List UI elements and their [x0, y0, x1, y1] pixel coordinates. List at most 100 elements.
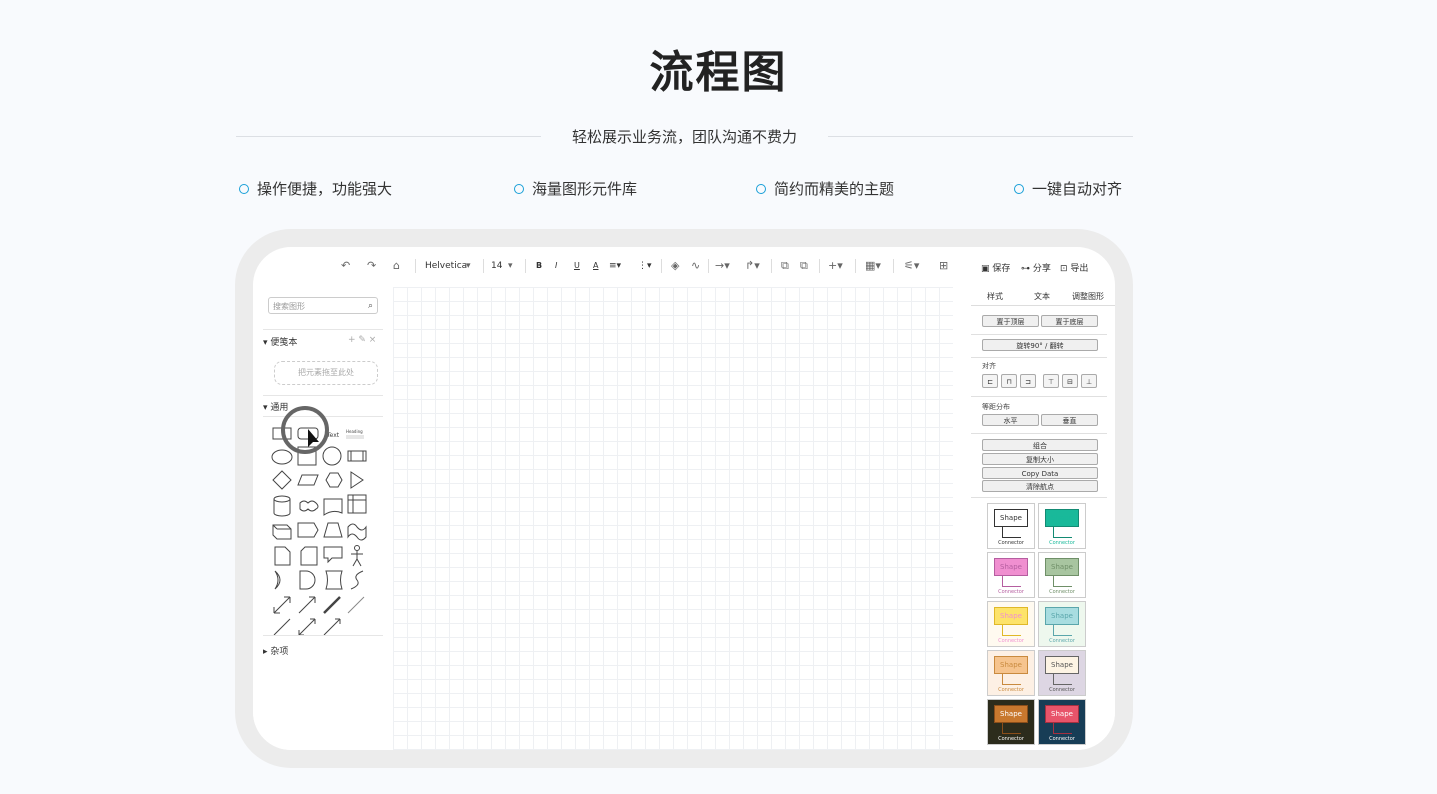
- bold-button[interactable]: B: [536, 261, 542, 270]
- rotate-flip-button[interactable]: 旋转90° / 翻转: [982, 339, 1098, 351]
- to-back-button[interactable]: 置于底层: [1041, 315, 1098, 327]
- shape-thumbnails[interactable]: Text Heading: [271, 427, 391, 637]
- theme-shape-sample: Shape: [994, 705, 1028, 723]
- waypoint-style-icon[interactable]: ↱▾: [745, 259, 760, 272]
- align-right-icon[interactable]: ⊐: [1020, 374, 1036, 388]
- group-button[interactable]: 组合: [982, 439, 1098, 451]
- format-tabs: 样式 文本 调整图形: [971, 287, 1115, 306]
- divider-right: [828, 136, 1133, 137]
- theme-connector-sample: [1002, 527, 1021, 538]
- share-label: 分享: [1032, 264, 1051, 274]
- theme-swatch[interactable]: Shape Connector: [987, 552, 1035, 598]
- theme-shape-sample: Shape: [994, 607, 1028, 625]
- feature-label: 一键自动对齐: [1032, 180, 1123, 198]
- feature-label: 操作便捷，功能强大: [257, 180, 393, 198]
- align-text-icon[interactable]: ≡▾: [609, 261, 621, 271]
- table-icon[interactable]: ▦▾: [865, 259, 881, 272]
- align-top-icon[interactable]: ⊤: [1043, 374, 1059, 388]
- fill-color-icon[interactable]: ◈: [671, 259, 679, 272]
- export-button[interactable]: ⊡ 导出: [1060, 261, 1088, 274]
- toolbar-separator: [893, 259, 894, 273]
- misc-shapes-header[interactable]: ▸ 杂项: [263, 644, 288, 657]
- theme-connector-sample: [1002, 625, 1021, 636]
- share-icon: ⊶: [1021, 264, 1030, 274]
- tab-text[interactable]: 文本: [1034, 291, 1050, 302]
- undo-icon[interactable]: ↶: [341, 259, 350, 272]
- theme-swatch[interactable]: Shape Connector: [987, 503, 1035, 549]
- shapes-panel: 搜索图形 ⌕ ▾ 便笺本 + ✎ × 把元素拖至此处 ▾ 通用 Text Hea…: [253, 287, 391, 750]
- theme-connector-label: Connector: [998, 589, 1024, 595]
- section-divider: [971, 497, 1107, 498]
- chevron-down-icon: ▾: [466, 261, 471, 271]
- format-panel: 样式 文本 调整图形 置于顶层 置于底层 旋转90° / 翻转 对齐 ⊏ ⊓ ⊐…: [971, 287, 1115, 750]
- connection-arrow-icon[interactable]: →▾: [715, 259, 730, 272]
- distribute-vertical-button[interactable]: 垂直: [1041, 414, 1098, 426]
- line-color-icon[interactable]: ∿: [691, 259, 700, 272]
- drag-cursor-icon: [281, 406, 329, 454]
- toolbar-separator: [415, 259, 416, 273]
- export-label: 导出: [1070, 264, 1089, 274]
- theme-swatch[interactable]: Shape Connector: [987, 699, 1035, 745]
- shape-search-input[interactable]: 搜索图形 ⌕: [268, 297, 378, 314]
- theme-connector-sample: [1002, 674, 1021, 685]
- diagram-canvas[interactable]: [393, 287, 953, 750]
- redo-icon[interactable]: ↷: [367, 259, 376, 272]
- subtitle-row: 轻松展示业务流，团队沟通不费力: [236, 124, 1133, 148]
- tab-arrange[interactable]: 调整图形: [1072, 291, 1104, 302]
- misc-title: 杂项: [270, 647, 289, 657]
- edit-style-icon[interactable]: ⚟▾: [904, 259, 919, 272]
- to-front-icon[interactable]: ⧉: [781, 259, 789, 273]
- heading-shape-label: Heading: [346, 429, 363, 434]
- underline-button[interactable]: U: [574, 261, 580, 270]
- share-button[interactable]: ⊶ 分享: [1021, 261, 1051, 274]
- toolbar-separator: [525, 259, 526, 273]
- theme-connector-label: Connector: [1049, 736, 1075, 742]
- grid-view-icon[interactable]: ⊞: [939, 259, 948, 272]
- toolbar-separator: [819, 259, 820, 273]
- scratchpad-dropzone[interactable]: 把元素拖至此处: [274, 361, 378, 385]
- copy-data-button[interactable]: Copy Data: [982, 467, 1098, 479]
- theme-swatch[interactable]: Shape Connector: [987, 650, 1035, 696]
- font-size-select[interactable]: 14: [491, 261, 502, 271]
- distribute-horizontal-button[interactable]: 水平: [982, 414, 1039, 426]
- tab-style[interactable]: 样式: [987, 291, 1003, 302]
- circle-bullet-icon: [1014, 183, 1024, 194]
- theme-swatch[interactable]: Shape Connector: [1038, 650, 1086, 696]
- section-divider: [971, 433, 1107, 434]
- font-color-button[interactable]: A: [593, 261, 598, 270]
- search-placeholder: 搜索图形: [273, 302, 305, 311]
- theme-swatch[interactable]: Shape Connector: [1038, 552, 1086, 598]
- theme-connector-label: Connector: [998, 638, 1024, 644]
- search-icon[interactable]: ⌕: [368, 298, 373, 315]
- theme-shape-sample: Shape: [994, 558, 1028, 576]
- align-middle-icon[interactable]: ⊟: [1062, 374, 1078, 388]
- save-button[interactable]: ▣ 保存: [981, 261, 1010, 274]
- theme-swatch[interactable]: Shape Connector: [1038, 699, 1086, 745]
- toolbar-separator: [661, 259, 662, 273]
- feature-label: 简约而精美的主题: [774, 180, 895, 198]
- theme-connector-sample: [1002, 576, 1021, 587]
- section-divider: [263, 635, 383, 636]
- vertical-align-icon[interactable]: ⋮▾: [638, 261, 652, 271]
- export-icon: ⊡: [1060, 264, 1068, 274]
- format-painter-icon[interactable]: ⌂: [393, 259, 400, 272]
- feature-label: 海量图形元件库: [532, 180, 638, 198]
- theme-swatch[interactable]: Shape Connector: [1038, 503, 1086, 549]
- section-divider: [263, 395, 383, 396]
- to-back-icon[interactable]: ⧉: [800, 259, 808, 273]
- align-left-icon[interactable]: ⊏: [982, 374, 998, 388]
- italic-button[interactable]: I: [555, 261, 557, 270]
- clear-waypoints-button[interactable]: 清除航点: [982, 480, 1098, 492]
- theme-connector-sample: [1053, 674, 1072, 685]
- to-front-button[interactable]: 置于顶层: [982, 315, 1039, 327]
- copy-size-button[interactable]: 复制大小: [982, 453, 1098, 465]
- scratchpad-header[interactable]: ▾ 便笺本: [263, 335, 297, 348]
- insert-icon[interactable]: +▾: [828, 259, 843, 272]
- font-family-select[interactable]: Helvetica: [425, 261, 467, 271]
- theme-swatch[interactable]: Shape Connector: [987, 601, 1035, 647]
- scratchpad-actions[interactable]: + ✎ ×: [348, 335, 376, 345]
- save-label: 保存: [992, 264, 1011, 274]
- align-center-icon[interactable]: ⊓: [1001, 374, 1017, 388]
- theme-swatch[interactable]: Shape Connector: [1038, 601, 1086, 647]
- align-bottom-icon[interactable]: ⊥: [1081, 374, 1097, 388]
